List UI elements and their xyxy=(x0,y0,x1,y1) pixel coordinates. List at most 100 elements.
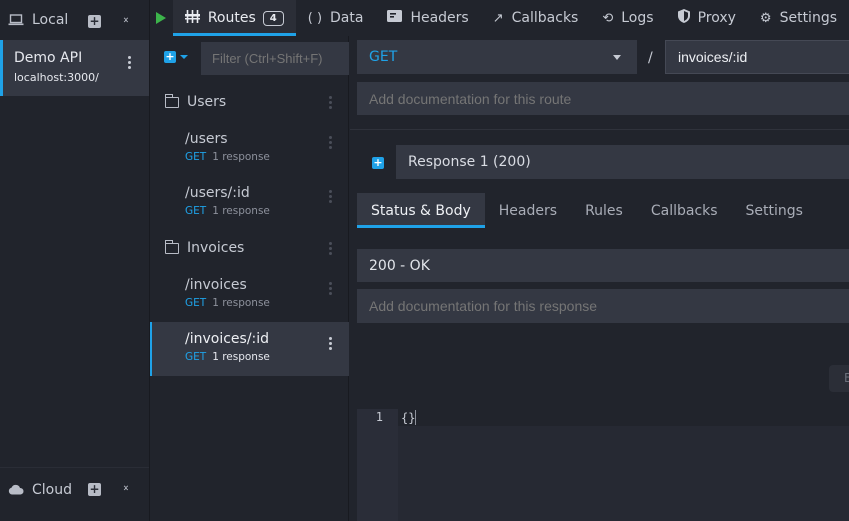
tab-callbacks[interactable]: Callbacks xyxy=(637,193,732,228)
tab-status-body[interactable]: Status & Body xyxy=(357,193,485,228)
folder-menu-icon[interactable] xyxy=(328,96,332,109)
braces-icon: ( ) xyxy=(307,10,323,26)
folder-icon xyxy=(164,239,179,254)
folder-users[interactable]: Users xyxy=(150,84,349,120)
add-route-button[interactable]: + xyxy=(164,51,176,63)
line-number: 1 xyxy=(375,410,383,424)
arrow-up-right-icon: ↗ xyxy=(492,10,504,26)
add-local-environment-button[interactable]: + xyxy=(88,15,101,28)
add-cloud-environment-button[interactable]: + xyxy=(88,483,101,496)
tab-settings[interactable]: ⚙ Settings xyxy=(748,0,849,36)
route-method: GET xyxy=(185,151,207,163)
route-method: GET xyxy=(185,205,207,217)
collapse-icon[interactable]: ⌄ ⌃ xyxy=(121,13,131,30)
add-response-button[interactable]: + xyxy=(372,157,384,169)
folder-icon xyxy=(164,93,179,108)
environment-menu-icon[interactable] xyxy=(127,56,131,69)
tab-proxy[interactable]: Proxy xyxy=(666,0,748,36)
app-window: Local + ⌄ ⌃ Demo API localhost:3000/ Clou… xyxy=(0,0,849,521)
headers-icon xyxy=(387,10,403,26)
route-path: /users xyxy=(185,131,228,147)
folder-name: Invoices xyxy=(187,240,245,256)
route-documentation-input[interactable] xyxy=(357,82,849,115)
cloud-label: Cloud xyxy=(32,481,72,498)
response-label: Response 1 (200) xyxy=(408,154,531,170)
top-navigation: Routes 4 ( ) Data Headers ↗ Callbacks ⟲ … xyxy=(150,0,849,36)
route-path: /users/:id xyxy=(185,185,250,201)
tab-callbacks-label: Callbacks xyxy=(511,10,579,26)
body-editor[interactable]: 1 {} xyxy=(357,409,849,521)
routes-panel: + Users /users GET 1 response /users/:id … xyxy=(150,36,349,521)
status-code-select[interactable]: 200 - OK xyxy=(357,249,849,282)
divider xyxy=(350,129,849,130)
route-response-count: 1 response xyxy=(212,151,270,163)
laptop-icon xyxy=(8,14,24,26)
response-tabs: Status & Body Headers Rules Callbacks Se… xyxy=(357,193,817,228)
tab-routes[interactable]: Routes 4 xyxy=(172,0,296,36)
folder-menu-icon[interactable] xyxy=(328,242,332,255)
start-server-button[interactable] xyxy=(150,0,173,36)
route-menu-icon[interactable] xyxy=(328,337,332,350)
tab-settings[interactable]: Settings xyxy=(732,193,817,228)
status-value: 200 - OK xyxy=(369,257,430,274)
tab-logs[interactable]: ⟲ Logs xyxy=(590,0,665,36)
route-method: GET xyxy=(185,351,207,363)
folder-invoices[interactable]: Invoices xyxy=(150,230,349,266)
tab-headers-label: Headers xyxy=(410,10,469,26)
response-select[interactable]: Response 1 (200) xyxy=(396,145,849,179)
route-item[interactable]: /users GET 1 response xyxy=(150,122,349,176)
environments-sidebar: Local + ⌄ ⌃ Demo API localhost:3000/ Clou… xyxy=(0,0,150,521)
gear-icon: ⚙ xyxy=(759,10,772,26)
tab-routes-label: Routes xyxy=(207,10,256,26)
route-item[interactable]: /users/:id GET 1 response xyxy=(150,176,349,230)
editor-gutter: 1 xyxy=(357,409,398,521)
route-path: /invoices xyxy=(185,277,247,293)
routes-count-badge: 4 xyxy=(262,10,284,26)
local-label: Local xyxy=(32,12,69,28)
shield-icon xyxy=(677,9,690,27)
cloud-environments-header: Cloud + ⌄ ⌃ xyxy=(0,467,149,511)
add-route-dropdown-icon[interactable] xyxy=(180,55,188,59)
folder-name: Users xyxy=(187,94,227,110)
local-environments-header: Local + ⌄ ⌃ xyxy=(0,0,149,40)
path-prefix: / xyxy=(648,50,653,66)
route-path: /invoices/:id xyxy=(185,331,270,347)
route-item-active[interactable]: /invoices/:id GET 1 response xyxy=(150,322,349,376)
route-menu-icon[interactable] xyxy=(328,136,332,149)
tab-logs-label: Logs xyxy=(621,10,654,26)
collapse-icon[interactable]: ⌄ ⌃ xyxy=(121,481,131,498)
code-text: {} xyxy=(401,411,416,425)
tab-callbacks[interactable]: ↗ Callbacks xyxy=(481,0,591,36)
chevron-down-icon xyxy=(613,55,621,60)
route-response-count: 1 response xyxy=(212,205,270,217)
route-path-input[interactable] xyxy=(665,40,849,74)
route-editor: GET / + Response 1 (200) Status & Body H… xyxy=(350,36,849,521)
play-icon xyxy=(156,12,167,24)
tab-headers[interactable]: Headers xyxy=(485,193,571,228)
tab-rules[interactable]: Rules xyxy=(571,193,637,228)
route-response-count: 1 response xyxy=(212,351,270,363)
route-method: GET xyxy=(185,297,207,309)
tab-data[interactable]: ( ) Data xyxy=(296,0,376,36)
method-select[interactable]: GET xyxy=(357,40,637,74)
text-cursor xyxy=(415,410,417,425)
tab-settings-label: Settings xyxy=(779,10,837,26)
environment-url: localhost:3000/ xyxy=(14,71,99,84)
history-icon: ⟲ xyxy=(602,10,614,26)
cloud-icon xyxy=(8,484,24,495)
code-line: {} xyxy=(401,410,417,425)
route-menu-icon[interactable] xyxy=(328,282,332,295)
routes-filter-input[interactable] xyxy=(201,42,349,75)
method-value: GET xyxy=(369,49,398,65)
routes-icon xyxy=(184,9,200,27)
tab-proxy-label: Proxy xyxy=(697,10,736,26)
response-documentation-input[interactable] xyxy=(357,289,849,323)
body-type-button[interactable]: B xyxy=(829,365,849,392)
tab-data-label: Data xyxy=(330,10,364,26)
environment-item-demo-api[interactable]: Demo API localhost:3000/ xyxy=(0,40,149,96)
tab-headers[interactable]: Headers xyxy=(375,0,480,36)
active-line xyxy=(357,409,849,426)
route-item[interactable]: /invoices GET 1 response xyxy=(150,268,349,322)
route-response-count: 1 response xyxy=(212,297,270,309)
route-menu-icon[interactable] xyxy=(328,190,332,203)
